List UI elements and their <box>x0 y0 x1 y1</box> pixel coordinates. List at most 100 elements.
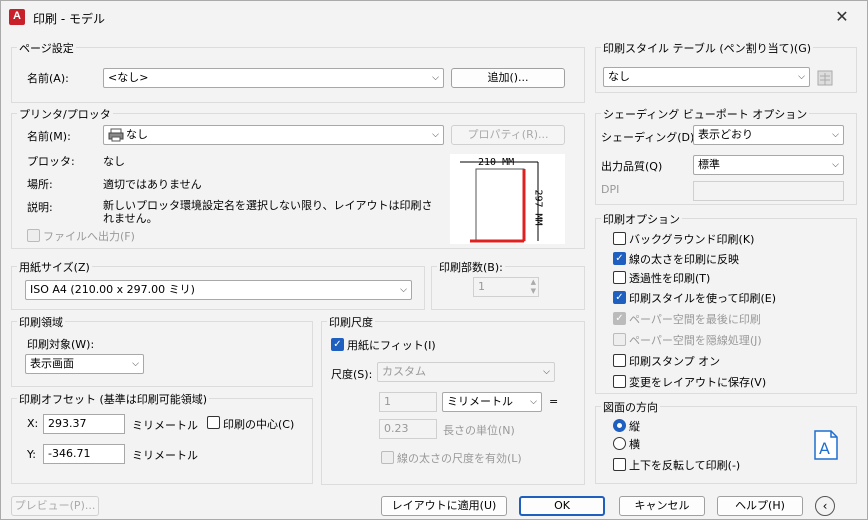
center-plot-label: 印刷の中心(C) <box>223 418 295 431</box>
chevron-down-icon: ⌵ <box>530 397 537 407</box>
chevron-down-icon: ⌵ <box>400 285 407 295</box>
offset-y-unit: ミリメートル <box>132 449 198 462</box>
style-table-title: 印刷スタイル テーブル (ペン割り当て)(G) <box>601 40 814 56</box>
plot-area-title: 印刷領域 <box>17 314 65 330</box>
close-icon[interactable]: ✕ <box>827 5 857 29</box>
title-bar: A 印刷 - モデル ✕ <box>1 1 867 33</box>
apply-to-layout-button[interactable]: レイアウトに適用(U) <box>381 496 507 516</box>
shade-plot-combo[interactable]: 表示どおり ⌵ <box>693 125 844 145</box>
page-setup-name-combo[interactable]: <なし> ⌵ <box>103 68 444 88</box>
help-button[interactable]: ヘルプ(H) <box>717 496 803 516</box>
option-checkbox[interactable] <box>613 271 626 284</box>
preview-height: 297 MM <box>532 189 544 226</box>
scale-label: 尺度(S): <box>331 368 373 381</box>
equals-sign: = <box>549 395 559 408</box>
chevron-down-icon: ⌵ <box>432 130 439 140</box>
page-setup-title: ページ設定 <box>17 40 76 56</box>
plot-offset-group <box>11 398 313 484</box>
collapse-arrow-icon[interactable]: ‹ <box>815 496 835 516</box>
option-checkbox[interactable]: ✓ <box>613 291 626 304</box>
copies-title: 印刷部数(B): <box>437 259 505 275</box>
spin-arrows-icon[interactable]: ▲ ▼ <box>531 278 536 296</box>
chevron-down-icon: ⌵ <box>832 160 839 170</box>
combo-value: ISO A4 (210.00 x 297.00 ミリ) <box>30 283 195 296</box>
option-label: バックグラウンド印刷(K) <box>629 233 755 246</box>
option-checkbox[interactable] <box>613 375 626 388</box>
copies-value: 1 <box>478 280 485 293</box>
dpi-label: DPI <box>601 183 620 196</box>
printer-title: プリンタ/プロッタ <box>17 106 113 122</box>
option-checkbox[interactable] <box>613 354 626 367</box>
option-label: ペーパー空間を最後に印刷 <box>629 313 761 326</box>
scale-combo[interactable]: カスタム ⌵ <box>377 362 555 382</box>
dpi-input[interactable] <box>693 181 844 201</box>
what-to-plot-combo[interactable]: 表示画面 ⌵ <box>25 354 144 374</box>
ok-button[interactable]: OK <box>519 496 605 516</box>
style-table-combo[interactable]: なし ⌵ <box>603 67 810 87</box>
location-label: 場所: <box>27 178 53 191</box>
combo-value: なし <box>608 70 630 83</box>
description-label: 説明: <box>27 201 53 214</box>
paper-size-title: 用紙サイズ(Z) <box>17 259 92 275</box>
offset-x-label: X: <box>27 417 39 430</box>
plot-scale-title: 印刷尺度 <box>327 314 375 330</box>
plot-options-title: 印刷オプション <box>601 211 682 227</box>
edit-table-icon[interactable] <box>816 69 834 87</box>
scale-lineweights-checkbox[interactable] <box>381 451 394 464</box>
plotter-value: なし <box>103 155 125 168</box>
plot-offset-title: 印刷オフセット (基準は印刷可能領域) <box>17 391 210 407</box>
chevron-down-icon: ⌵ <box>132 359 139 369</box>
scale-value-1[interactable]: 1 <box>379 392 437 412</box>
page-setup-name-label: 名前(A): <box>27 72 69 85</box>
option-checkbox[interactable]: ✓ <box>613 252 626 265</box>
preview-width: 210 MM <box>478 157 515 168</box>
option-label: 透過性を印刷(T) <box>629 272 711 285</box>
offset-y-input[interactable]: -346.71 <box>43 444 125 464</box>
option-checkbox[interactable] <box>613 333 626 346</box>
option-label: 線の太さを印刷に反映 <box>629 253 739 266</box>
printer-name-label: 名前(M): <box>27 130 71 143</box>
scale-value-2[interactable]: 0.23 <box>379 419 437 439</box>
combo-value: ミリメートル <box>447 395 513 408</box>
preview-button[interactable]: プレビュー(P)... <box>11 496 99 516</box>
option-checkbox[interactable]: ✓ <box>613 312 626 325</box>
combo-value: <なし> <box>108 71 149 84</box>
unit-label: 長さの単位(N) <box>443 424 515 437</box>
chevron-down-icon: ⌵ <box>832 130 839 140</box>
portrait-page-icon: A <box>813 429 839 461</box>
fit-to-paper-checkbox[interactable]: ✓ <box>331 338 344 351</box>
copies-stepper[interactable]: 1 ▲ ▼ <box>473 277 539 297</box>
print-to-file-label: ファイルへ出力(F) <box>43 230 135 243</box>
shaded-options-title: シェーディング ビューポート オプション <box>601 106 810 122</box>
print-to-file-checkbox[interactable] <box>27 229 40 242</box>
combo-value: 表示画面 <box>30 357 74 370</box>
quality-combo[interactable]: 標準 ⌵ <box>693 155 844 175</box>
chevron-down-icon: ⌵ <box>432 73 439 83</box>
chevron-down-icon: ⌵ <box>798 72 805 82</box>
landscape-label: 横 <box>629 438 640 451</box>
add-button[interactable]: 追加()... <box>451 68 565 88</box>
description-value: 新しいプロッタ環境設定名を選択しない限り、レイアウトは印刷されません。 <box>103 199 433 225</box>
chevron-down-icon: ⌵ <box>543 367 550 377</box>
combo-value: 表示どおり <box>698 128 753 141</box>
upside-down-checkbox[interactable] <box>613 458 626 471</box>
option-checkbox[interactable] <box>613 232 626 245</box>
cancel-button[interactable]: キャンセル <box>619 496 705 516</box>
landscape-radio[interactable] <box>613 437 626 450</box>
properties-button[interactable]: プロパティ(R)... <box>451 125 565 145</box>
orientation-title: 図面の方向 <box>601 399 660 415</box>
option-label: 印刷スタンプ オン <box>629 355 721 368</box>
printer-name-combo[interactable]: なし ⌵ <box>103 125 444 145</box>
printer-icon <box>108 128 124 142</box>
paper-size-combo[interactable]: ISO A4 (210.00 x 297.00 ミリ) ⌵ <box>25 280 412 300</box>
portrait-radio[interactable] <box>613 419 626 432</box>
fit-to-paper-label: 用紙にフィット(I) <box>347 339 436 352</box>
offset-y-label: Y: <box>27 448 36 461</box>
offset-x-input[interactable]: 293.37 <box>43 414 125 434</box>
scale-unit-combo[interactable]: ミリメートル ⌵ <box>442 392 542 412</box>
combo-value: カスタム <box>382 365 426 378</box>
option-label: ペーパー空間を隠線処理(J) <box>629 334 762 347</box>
combo-value: 標準 <box>698 158 720 171</box>
quality-label: 出力品質(Q) <box>601 160 663 173</box>
center-plot-checkbox[interactable] <box>207 416 220 429</box>
